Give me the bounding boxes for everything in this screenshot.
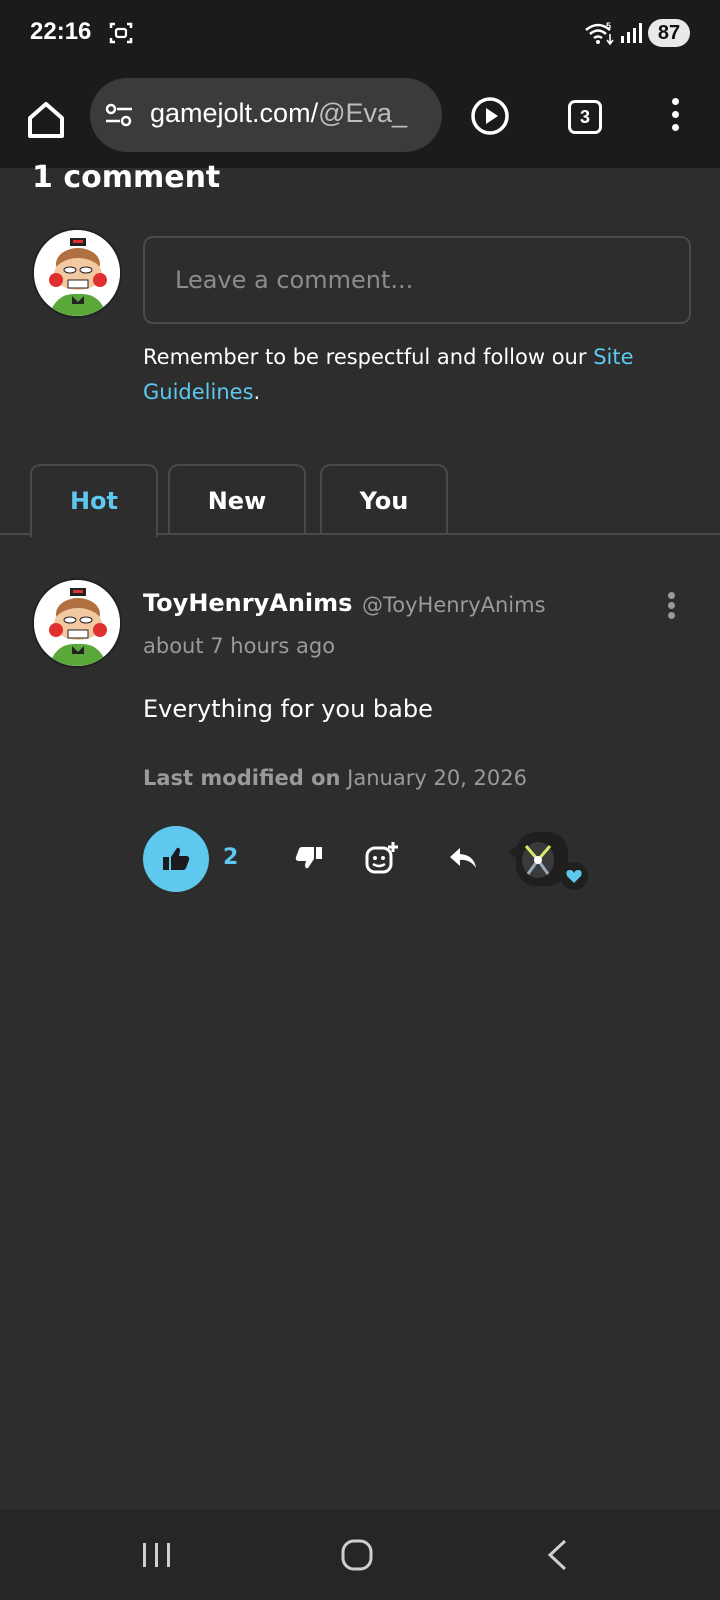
tab-new[interactable]: New [168, 464, 306, 535]
recent-apps-icon[interactable] [140, 1540, 174, 1570]
tune-icon[interactable] [104, 102, 134, 128]
current-user-avatar[interactable] [32, 228, 122, 318]
like-button[interactable] [143, 826, 209, 892]
svg-text:5: 5 [606, 21, 611, 31]
avatar-image [34, 580, 120, 666]
last-modified: Last modified on January 20, 2026 [143, 766, 527, 790]
play-icon[interactable] [470, 96, 510, 136]
modified-date: January 20, 2026 [347, 766, 527, 790]
modified-label: Last modified on [143, 766, 341, 790]
thumbs-up-icon [163, 847, 190, 870]
guidelines-text: Remember to be respectful and follow our [143, 345, 594, 369]
comment-options-icon[interactable] [664, 592, 678, 622]
status-time: 22:16 [30, 18, 92, 45]
url-domain: gamejolt.com/ [150, 98, 319, 128]
browser-toolbar: gamejolt.com/@Eva_ 3 [0, 72, 720, 168]
comment-input[interactable]: Leave a comment... [143, 236, 691, 324]
tab-you[interactable]: You [320, 464, 448, 535]
commenter-avatar[interactable] [32, 578, 122, 668]
signal-icon [621, 23, 642, 43]
avatar-image [34, 230, 120, 316]
tab-switcher-button[interactable]: 3 [568, 100, 602, 134]
add-sticker-icon[interactable] [364, 840, 400, 876]
like-count[interactable]: 2 [223, 845, 238, 870]
url-text: gamejolt.com/@Eva_ [150, 98, 407, 129]
address-bar[interactable]: gamejolt.com/@Eva_ [90, 78, 442, 152]
tab-hot[interactable]: Hot [30, 464, 158, 537]
guidelines-suffix: . [253, 380, 261, 404]
system-navigation-bar [0, 1510, 720, 1600]
comment-timestamp[interactable]: about 7 hours ago [143, 634, 335, 658]
comment-count-heading: 1 comment [32, 160, 221, 195]
home-nav-icon[interactable] [340, 1538, 374, 1572]
more-vert-icon[interactable] [660, 98, 690, 138]
commenter-handle[interactable]: @ToyHenryAnims [362, 593, 546, 617]
url-path: @Eva_ [318, 98, 408, 128]
thumbs-down-icon[interactable] [292, 842, 326, 876]
battery-indicator: 87 [648, 19, 690, 47]
screenshot-icon [109, 22, 133, 44]
status-bar: 22:16 5 87 [0, 0, 720, 72]
guidelines-note: Remember to be respectful and follow our… [143, 340, 683, 410]
commenter-name[interactable]: ToyHenryAnims [143, 589, 352, 617]
comment-body: Everything for you babe [143, 695, 433, 723]
wifi-icon: 5 [585, 21, 614, 46]
home-icon[interactable] [24, 98, 68, 142]
supporter-avatar-badge[interactable] [508, 830, 598, 894]
reply-icon[interactable] [446, 844, 480, 874]
back-icon[interactable] [545, 1538, 569, 1572]
